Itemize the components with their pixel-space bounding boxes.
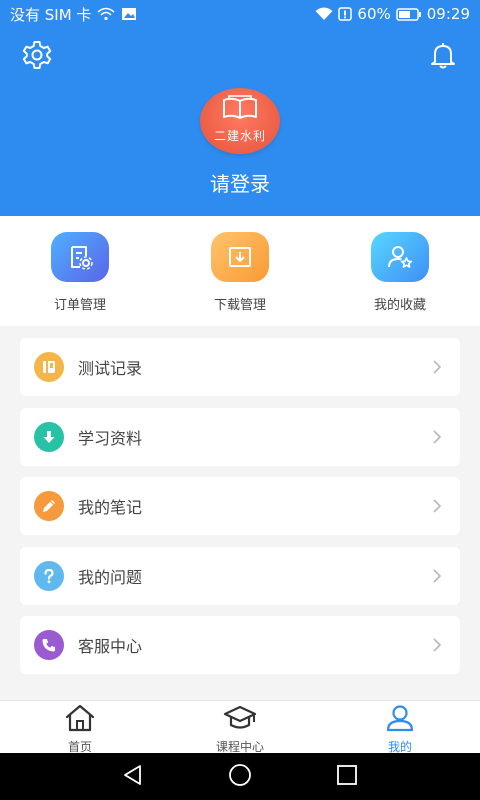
- battery-icon: [396, 7, 422, 21]
- tab-mine[interactable]: 我的: [320, 701, 480, 754]
- menu-label-customer-service: 客服中心: [78, 637, 143, 656]
- menu-item-test-record[interactable]: 测试记录: [20, 338, 460, 396]
- gear-icon: [21, 39, 53, 75]
- wifi-hotspot-icon: [97, 7, 115, 21]
- order-settings-icon: [51, 232, 109, 282]
- data-saver-icon: [338, 7, 353, 21]
- system-navigation-bar: [0, 753, 480, 800]
- notes-icon: [34, 491, 64, 521]
- download-management-label: 下载管理: [213, 298, 266, 313]
- bell-icon: [428, 40, 458, 74]
- tab-home[interactable]: 首页: [0, 701, 160, 754]
- question-icon: [34, 560, 64, 591]
- home-circle-icon: [228, 763, 252, 791]
- status-bar: 没有 SIM 卡 60% 09:29: [0, 0, 480, 28]
- menu-item-customer-service[interactable]: 客服中心: [20, 616, 460, 674]
- menu-item-notes[interactable]: 我的笔记: [20, 477, 460, 535]
- user-icon: [385, 704, 415, 736]
- menu-label-test-record: 测试记录: [78, 359, 143, 378]
- avatar-label: 二建水利: [213, 128, 266, 143]
- customer-service-icon: [34, 630, 64, 660]
- menu-label-notes: 我的笔记: [78, 498, 143, 517]
- profile-header: 二建水利 请登录: [0, 28, 480, 216]
- back-triangle-icon: [122, 764, 144, 790]
- download-icon: [211, 232, 269, 282]
- home-nav-button[interactable]: [225, 762, 255, 792]
- chevron-right-icon: [432, 568, 446, 583]
- study-material-icon: [34, 421, 64, 452]
- chevron-right-icon: [432, 429, 446, 444]
- favorites-label: 我的收藏: [373, 298, 426, 313]
- status-right: 60% 09:29: [315, 5, 470, 23]
- menu-label-study-material: 学习资料: [78, 428, 143, 448]
- status-left: 没有 SIM 卡: [10, 4, 137, 25]
- quick-actions: 订单管理 下载管理 我的收藏: [0, 216, 480, 326]
- login-link[interactable]: 请登录: [0, 168, 480, 197]
- image-notification-icon: [121, 7, 137, 21]
- download-management-button[interactable]: 下载管理: [160, 216, 320, 326]
- menu-item-questions[interactable]: 我的问题: [20, 546, 460, 605]
- chevron-right-icon: [432, 360, 446, 374]
- notification-button[interactable]: [426, 40, 460, 74]
- recents-square-icon: [336, 764, 358, 790]
- back-button[interactable]: [118, 762, 148, 792]
- graduation-cap-icon: [223, 704, 257, 736]
- favorites-icon: [371, 232, 429, 282]
- home-icon: [64, 704, 96, 736]
- settings-button[interactable]: [20, 40, 54, 74]
- test-record-icon: [34, 352, 64, 382]
- wifi-icon: [315, 7, 333, 21]
- menu-item-study-material[interactable]: 学习资料: [20, 407, 460, 466]
- recents-button[interactable]: [332, 762, 362, 792]
- chevron-right-icon: [432, 638, 446, 652]
- order-management-label: 订单管理: [53, 298, 106, 313]
- tab-course-center[interactable]: 课程中心: [160, 701, 320, 754]
- order-management-button[interactable]: 订单管理: [0, 216, 160, 326]
- bottom-tab-bar: 首页 课程中心 我的: [0, 700, 480, 754]
- chevron-right-icon: [432, 499, 446, 513]
- avatar[interactable]: 二建水利: [200, 88, 280, 154]
- menu-label-questions: 我的问题: [78, 567, 143, 587]
- favorites-button[interactable]: 我的收藏: [320, 216, 480, 326]
- clock: 09:29: [426, 5, 470, 23]
- carrier-text: 没有 SIM 卡: [10, 5, 92, 24]
- menu-list: 测试记录 学习资料 我的笔记 我的问题 客服中心: [20, 338, 460, 686]
- book-icon: [221, 94, 259, 125]
- battery-percent: 60%: [357, 5, 391, 23]
